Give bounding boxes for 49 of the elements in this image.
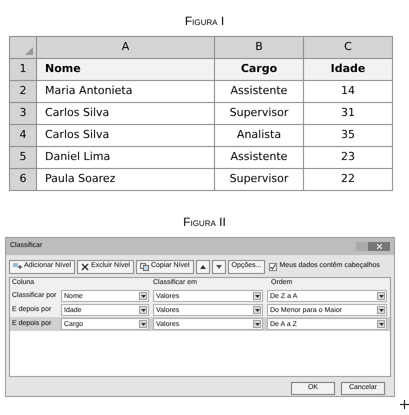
row-header[interactable]: 4 [10,124,36,146]
down-arrow-icon [216,264,222,268]
up-arrow-icon [200,264,206,268]
crop-mark-icon [400,400,409,409]
checkbox[interactable] [269,262,278,270]
toolbar-button[interactable] [196,260,210,274]
row-header[interactable]: 1 [10,58,36,80]
dropdown-arrow-icon [377,320,385,328]
column-header[interactable]: B [214,36,304,58]
table-cell: Carlos Silva [36,102,214,124]
table-cell: Maria Antonieta [36,80,214,102]
column-header[interactable]: C [304,36,392,58]
table-cell: Idade [304,58,392,80]
table-cell: Assistente [214,80,304,102]
row-header[interactable]: 2 [10,80,36,102]
triangle-icon [25,47,33,55]
dropdown-arrow-icon [139,320,147,328]
dropdown-arrow-icon [377,306,385,314]
dropdown-arrow-icon [377,292,385,300]
table-cell: 23 [304,146,392,168]
table-cell: Supervisor [214,102,304,124]
figure-caption: Figura I [184,13,224,30]
table-cell: 22 [304,168,392,190]
table-cell: 31 [304,102,392,124]
column-header[interactable]: A [36,36,214,58]
add-level-icon [13,262,22,271]
dropdown-arrow-icon [253,320,261,328]
table-cell: 14 [304,80,392,102]
copy-icon [140,262,149,270]
row-header[interactable]: 3 [10,102,36,124]
table-cell: Assistente [214,146,304,168]
dropdown-arrow-icon [139,292,147,300]
table-cell: 35 [304,124,392,146]
table-cell: Cargo [214,58,304,80]
table-cell: Nome [36,58,214,80]
dropdown-arrow-icon [253,306,261,314]
table-cell: Supervisor [214,168,304,190]
dropdown-arrow-icon [139,306,147,314]
close-icon[interactable] [368,242,390,251]
dropdown-arrow-icon [253,292,261,300]
delete-icon [81,262,90,270]
table-cell: Carlos Silva [36,124,214,146]
table-cell: Paula Soarez [36,168,214,190]
toolbar-button[interactable] [212,260,226,274]
table-cell: Daniel Lima [36,146,214,168]
row-header[interactable]: 5 [10,146,36,168]
figure-caption: Figura II [183,214,226,231]
table-cell: Analista [214,124,304,146]
row-header[interactable]: 6 [10,168,36,190]
